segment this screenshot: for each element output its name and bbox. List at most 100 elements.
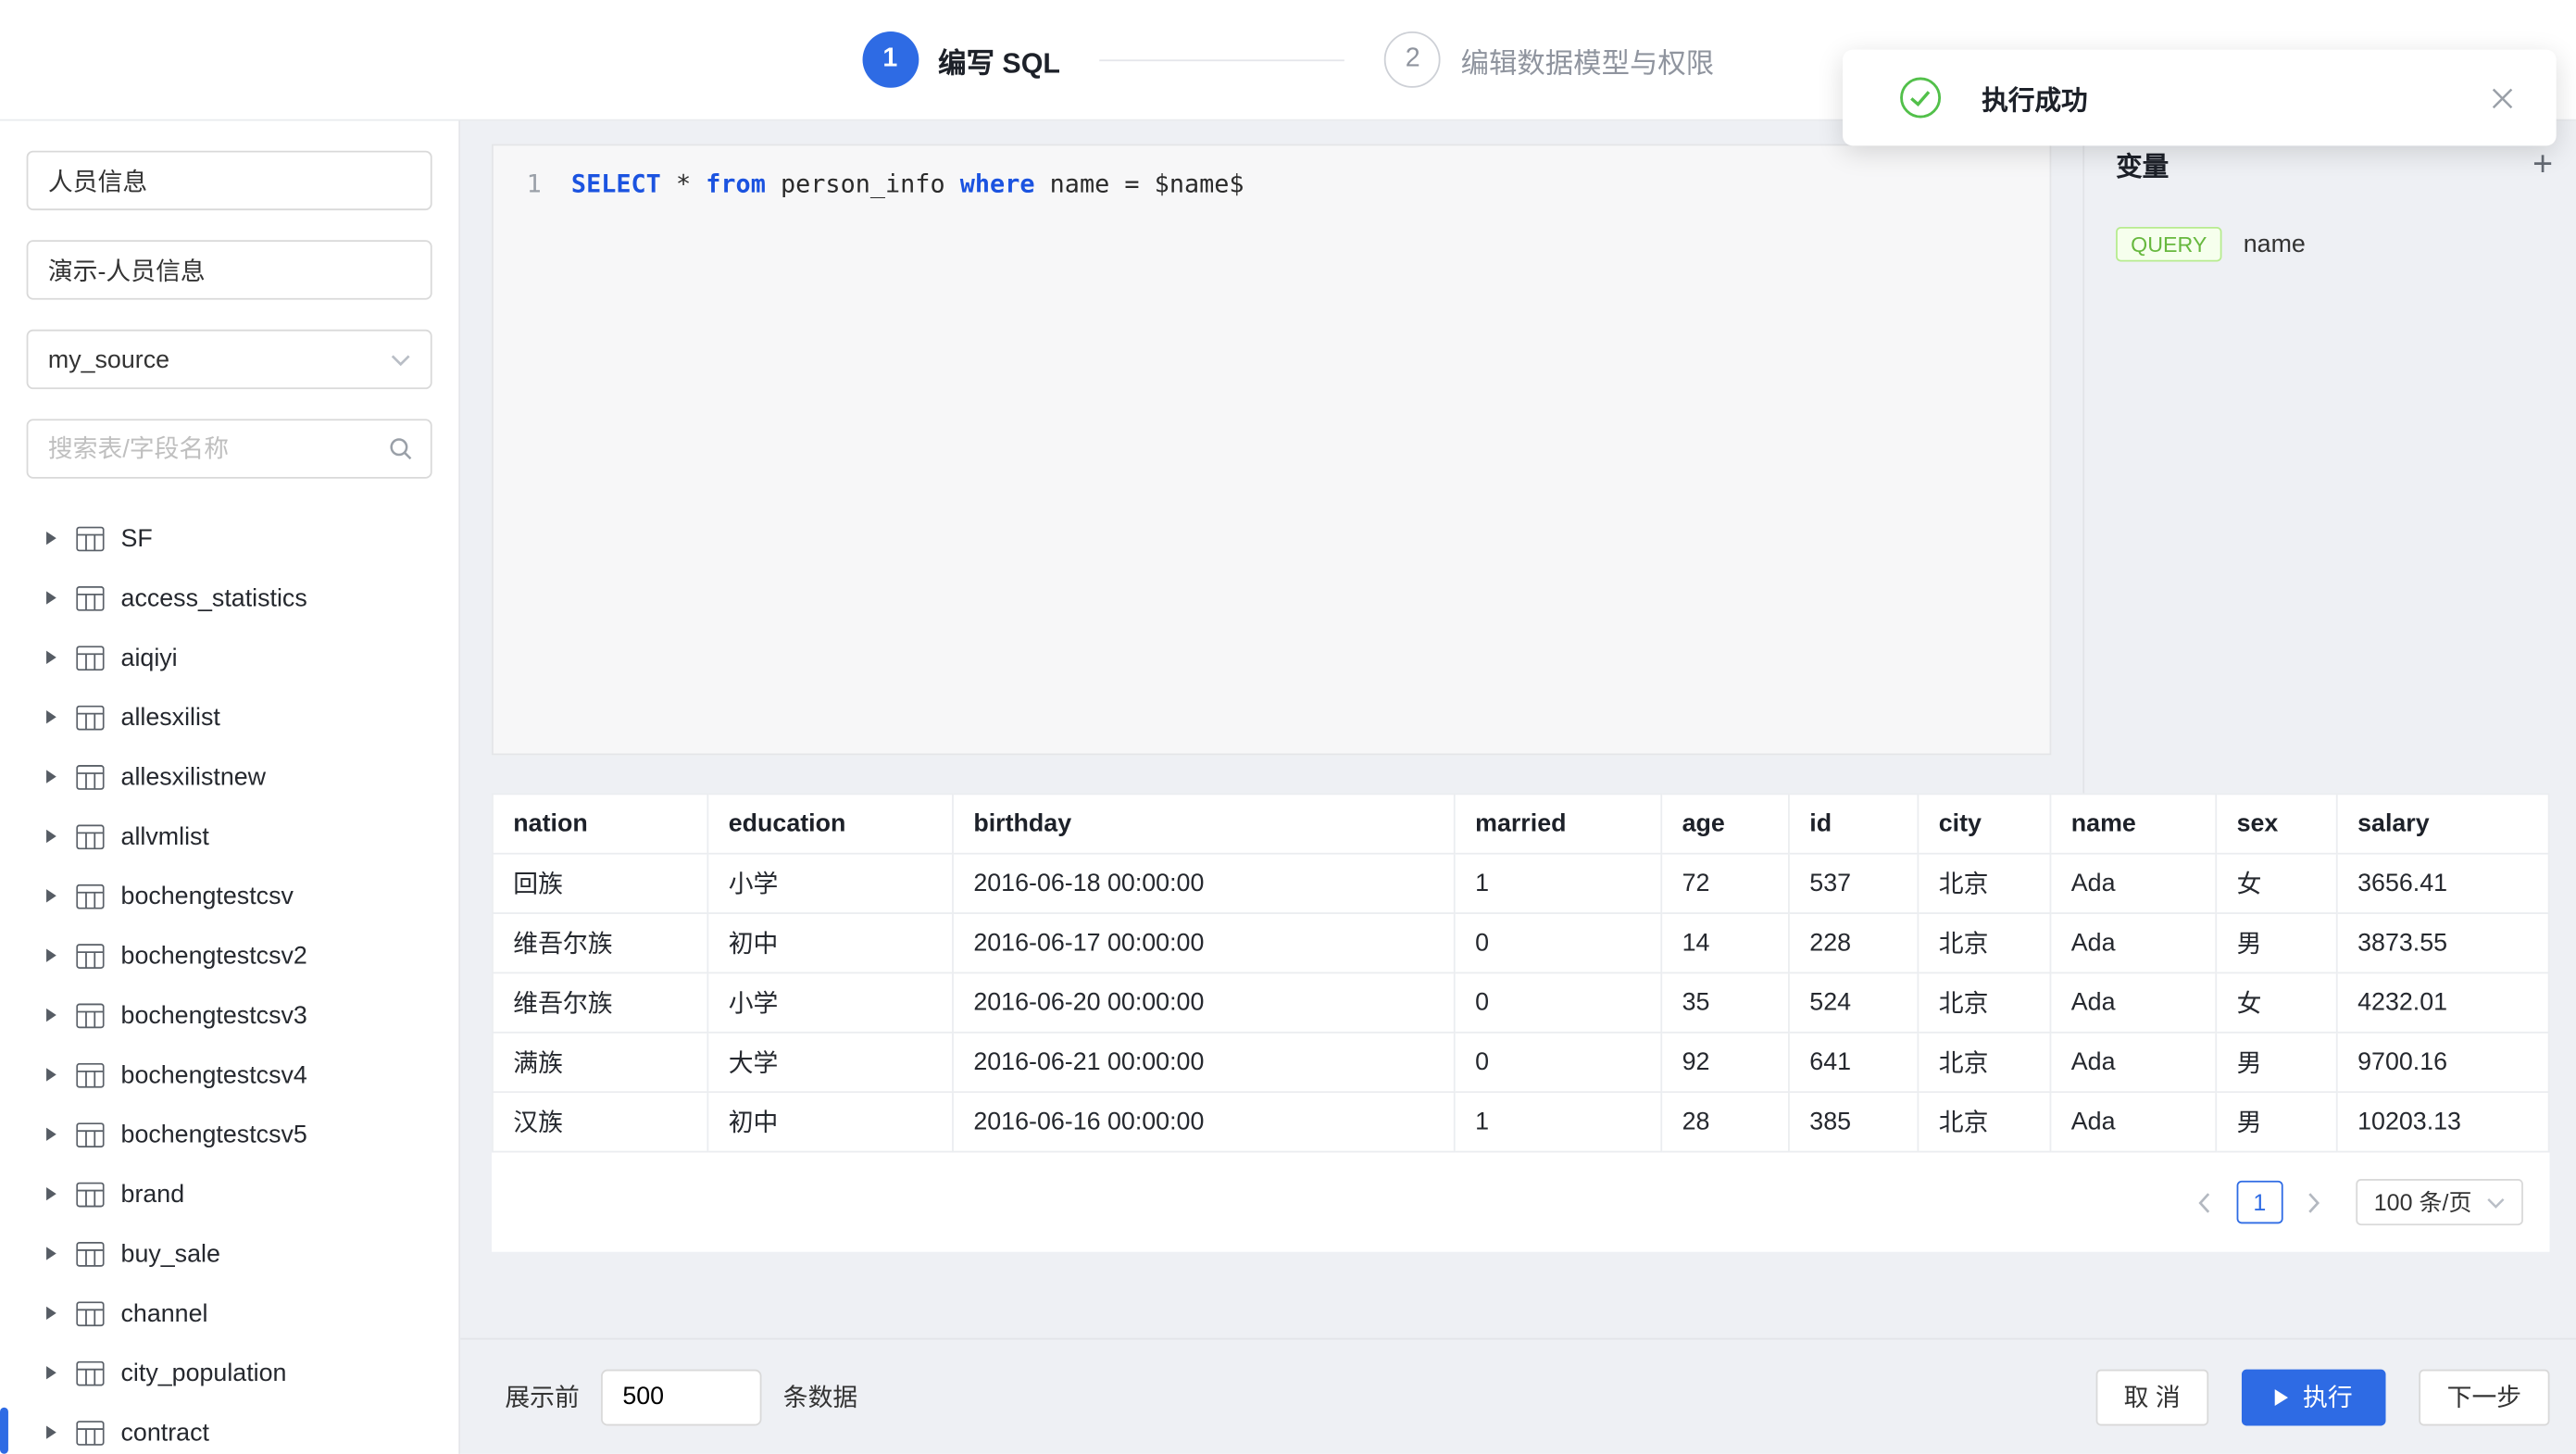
results-card: nationeducationbirthdaymarriedageidcityn…	[492, 793, 2549, 1251]
content: my_source	[0, 119, 2576, 1454]
table-item-label: bochengtestcsv5	[121, 1121, 307, 1148]
code-line: 1SELECT * from person_info where name = …	[494, 166, 2050, 202]
datasource-select[interactable]: my_source	[27, 330, 432, 389]
cancel-button[interactable]: 取 消	[2095, 1369, 2208, 1425]
play-icon	[2275, 1388, 2288, 1405]
sidebar-table-item[interactable]: access_statistics	[27, 568, 432, 627]
caret-right-icon[interactable]	[46, 889, 56, 902]
caret-right-icon[interactable]	[46, 1247, 56, 1260]
results-table: nationeducationbirthdaymarriedageidcityn…	[492, 793, 2549, 1152]
table-cell: 28	[1661, 1092, 1789, 1151]
sidebar-table-item[interactable]: contract	[27, 1402, 432, 1453]
caret-right-icon[interactable]	[46, 651, 56, 664]
column-header: age	[1661, 794, 1789, 853]
execute-button[interactable]: 执行	[2242, 1369, 2386, 1425]
step-2-circle[interactable]: 2	[1384, 31, 1441, 88]
table-cell: 小学	[707, 854, 953, 913]
datasource-value: my_source	[48, 345, 169, 373]
table-cell: Ada	[2050, 913, 2216, 972]
code-token: from	[706, 169, 766, 198]
caret-right-icon[interactable]	[46, 770, 56, 783]
next-step-button[interactable]: 下一步	[2419, 1369, 2549, 1425]
table-cell: 维吾尔族	[493, 913, 707, 972]
table-cell: Ada	[2050, 854, 2216, 913]
caret-right-icon[interactable]	[46, 1068, 56, 1081]
sidebar-table-item[interactable]: allesxilistnew	[27, 746, 432, 806]
caret-right-icon[interactable]	[46, 532, 56, 545]
add-variable-icon[interactable]: +	[2532, 146, 2553, 182]
caret-right-icon[interactable]	[46, 591, 56, 604]
table-cell: 女	[2216, 854, 2337, 913]
caret-right-icon[interactable]	[46, 710, 56, 723]
table-cell: Ada	[2050, 1033, 2216, 1092]
table-cell: 3873.55	[2337, 913, 2549, 972]
sidebar-table-item[interactable]: buy_sale	[27, 1223, 432, 1283]
caret-right-icon[interactable]	[46, 830, 56, 843]
sidebar-table-item[interactable]: SF	[27, 508, 432, 568]
table-cell: Ada	[2050, 1092, 2216, 1151]
scrollbar-thumb[interactable]	[0, 1408, 8, 1454]
variable-row[interactable]: QUERY name	[2116, 227, 2553, 262]
sidebar-table-item[interactable]: brand	[27, 1164, 432, 1223]
sidebar-table-item[interactable]: allvmlist	[27, 807, 432, 866]
sidebar-table-item[interactable]: aiqiyi	[27, 628, 432, 687]
sidebar-table-item[interactable]: bochengtestcsv2	[27, 925, 432, 984]
table-cell: 北京	[1918, 972, 2050, 1032]
sidebar-table-item[interactable]: allesxilist	[27, 687, 432, 746]
table-row: 回族小学2016-06-18 00:00:00172537北京Ada女3656.…	[493, 854, 2549, 913]
caret-right-icon[interactable]	[46, 1187, 56, 1200]
table-cell: 北京	[1918, 854, 2050, 913]
table-row: 汉族初中2016-06-16 00:00:00128385北京Ada男10203…	[493, 1092, 2549, 1151]
table-cell: 初中	[707, 1092, 953, 1151]
table-icon	[76, 824, 104, 849]
table-item-label: bochengtestcsv3	[121, 1001, 307, 1029]
row-limit-input[interactable]	[601, 1369, 761, 1425]
table-cell: 2016-06-17 00:00:00	[953, 913, 1455, 972]
prev-page-icon[interactable]	[2183, 1181, 2226, 1223]
table-cell: 0	[1455, 913, 1662, 972]
caret-right-icon[interactable]	[46, 1009, 56, 1022]
table-icon	[76, 1241, 104, 1266]
model-alias-input[interactable]	[27, 240, 432, 299]
column-header: id	[1789, 794, 1918, 853]
column-header: nation	[493, 794, 707, 853]
table-cell: 男	[2216, 1092, 2337, 1151]
sidebar-table-item[interactable]: bochengtestcsv3	[27, 985, 432, 1045]
caret-right-icon[interactable]	[46, 949, 56, 962]
next-page-icon[interactable]	[2293, 1181, 2335, 1223]
table-cell: 0	[1455, 972, 1662, 1032]
search-input[interactable]	[27, 419, 432, 478]
page-number[interactable]: 1	[2236, 1181, 2282, 1223]
sql-editor[interactable]: 1SELECT * from person_info where name = …	[492, 144, 2051, 756]
table-icon	[76, 1360, 104, 1385]
caret-right-icon[interactable]	[46, 1366, 56, 1379]
table-item-label: bochengtestcsv4	[121, 1060, 307, 1088]
table-item-label: SF	[121, 524, 153, 552]
sidebar-table-item[interactable]: bochengtestcsv	[27, 866, 432, 925]
table-cell: 2016-06-21 00:00:00	[953, 1033, 1455, 1092]
table-item-label: access_statistics	[121, 583, 307, 611]
caret-right-icon[interactable]	[46, 1307, 56, 1320]
caret-right-icon[interactable]	[46, 1128, 56, 1141]
table-cell: 汉族	[493, 1092, 707, 1151]
table-cell: 641	[1789, 1033, 1918, 1092]
sidebar-table-item[interactable]: bochengtestcsv5	[27, 1105, 432, 1164]
page-size-value: 100 条/页	[2374, 1185, 2472, 1219]
page-size-select[interactable]: 100 条/页	[2356, 1179, 2523, 1225]
table-cell: 1	[1455, 1092, 1662, 1151]
sidebar-table-item[interactable]: bochengtestcsv4	[27, 1045, 432, 1104]
close-icon[interactable]	[2492, 87, 2513, 108]
table-tree: SF access_statistics aiqiyi	[27, 508, 432, 1454]
sidebar-table-item[interactable]: channel	[27, 1284, 432, 1343]
search-icon	[387, 435, 414, 469]
table-icon	[76, 1003, 104, 1028]
table-cell: 0	[1455, 1033, 1662, 1092]
code-token: person_info	[766, 169, 960, 198]
table-item-label: allesxilist	[121, 703, 220, 731]
column-header: education	[707, 794, 953, 853]
sidebar: my_source	[0, 121, 460, 1454]
model-name-input[interactable]	[27, 151, 432, 210]
caret-right-icon[interactable]	[46, 1425, 56, 1438]
sidebar-table-item[interactable]: city_population	[27, 1343, 432, 1402]
table-item-label: allvmlist	[121, 822, 209, 850]
